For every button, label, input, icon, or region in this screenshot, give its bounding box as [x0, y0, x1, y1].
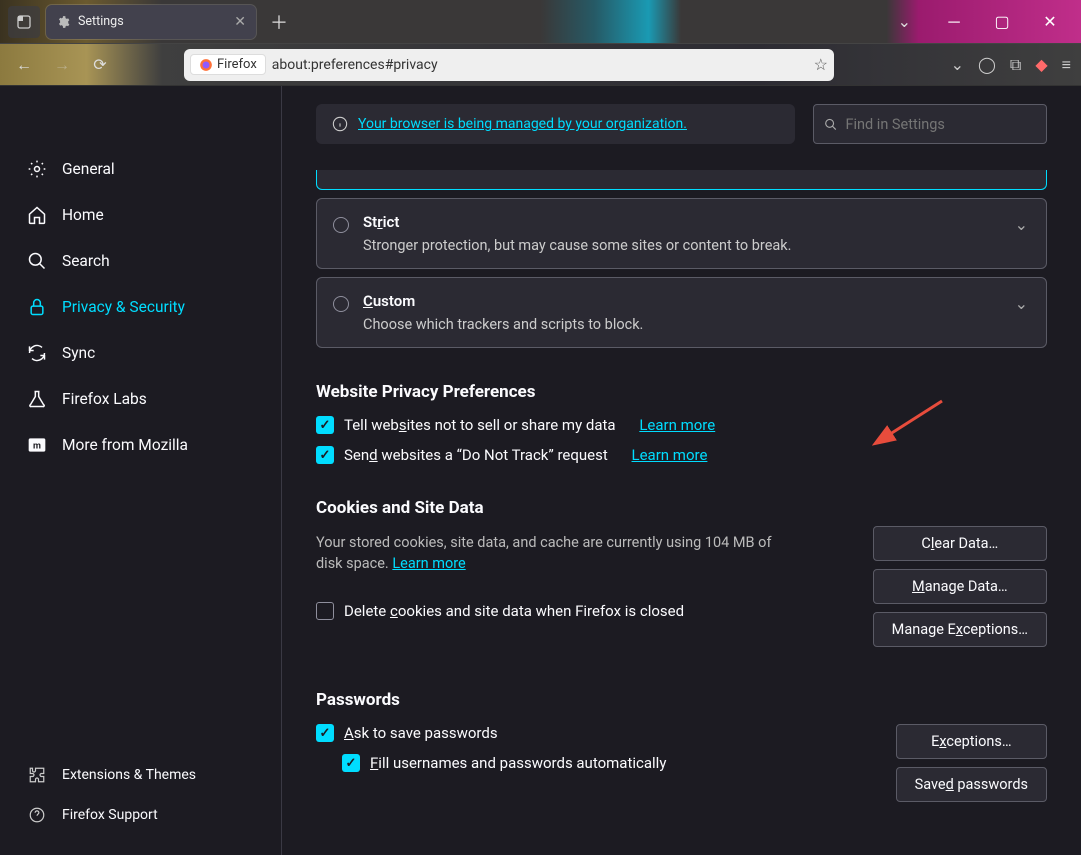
info-icon [332, 116, 348, 132]
url-bar[interactable]: Firefox about:preferences#privacy ☆ [184, 49, 834, 81]
new-tab-button[interactable]: ＋ [262, 9, 296, 35]
account-icon[interactable]: ◯ [978, 55, 996, 75]
ask-save-label: Ask to save passwords [344, 724, 498, 742]
sidebar-item-labs[interactable]: Firefox Labs [0, 376, 281, 422]
managed-link[interactable]: Your browser is being managed by your or… [358, 116, 687, 132]
sidebar-item-label: Firefox Support [62, 807, 158, 823]
delete-on-close-label: Delete cookies and site data when Firefo… [344, 602, 684, 620]
sidebar-extensions[interactable]: Extensions & Themes [0, 755, 281, 795]
flask-icon [26, 388, 48, 410]
pocket-icon[interactable]: ⌄ [951, 55, 964, 75]
window-controls: ⌄ ─ ▢ ✕ [898, 6, 1073, 38]
search-settings-input[interactable] [845, 116, 1036, 133]
titlebar: Settings ✕ ＋ ⌄ ─ ▢ ✕ [0, 0, 1081, 44]
maximize-button[interactable]: ▢ [979, 6, 1025, 38]
home-icon [26, 204, 48, 226]
strict-desc: Stronger protection, but may cause some … [363, 237, 1028, 254]
puzzle-icon [26, 764, 48, 786]
checkbox-unchecked[interactable] [316, 602, 334, 620]
sidebar-item-search[interactable]: Search [0, 238, 281, 284]
sidebar-item-label: Extensions & Themes [62, 767, 196, 783]
settings-sidebar: General Home Search Privacy & Security S… [0, 86, 282, 855]
saved-passwords-button[interactable]: Saved passwords [896, 767, 1047, 802]
sync-icon [26, 342, 48, 364]
sidebar-item-label: Sync [62, 344, 95, 362]
firefox-view-icon [16, 14, 32, 30]
sidebar-item-home[interactable]: Home [0, 192, 281, 238]
lock-icon [26, 296, 48, 318]
bookmark-star-icon[interactable]: ☆ [814, 55, 828, 74]
privacy-prefs-heading: Website Privacy Preferences [316, 382, 1047, 402]
tabs-dropdown-icon[interactable]: ⌄ [898, 12, 911, 31]
do-not-track-label: Send websites a “Do Not Track” request [344, 446, 608, 464]
settings-content[interactable]: Your browser is being managed by your or… [282, 86, 1081, 855]
sidebar-item-more[interactable]: m More from Mozilla [0, 422, 281, 468]
search-icon [26, 250, 48, 272]
chevron-down-icon[interactable]: ⌄ [1015, 215, 1028, 234]
password-exceptions-button[interactable]: Exceptions… [896, 724, 1047, 759]
autofill-label: Fill usernames and passwords automatical… [370, 754, 666, 772]
learn-more-link[interactable]: Learn more [632, 446, 708, 464]
checkbox-checked[interactable] [316, 446, 334, 464]
firefox-view-button[interactable] [8, 6, 40, 38]
gear-icon [26, 158, 48, 180]
passwords-heading: Passwords [316, 690, 1047, 710]
managed-banner: Your browser is being managed by your or… [316, 104, 795, 144]
cookies-heading: Cookies and Site Data [316, 498, 1047, 518]
checkbox-checked[interactable] [342, 754, 360, 772]
url-text: about:preferences#privacy [272, 57, 808, 73]
mozilla-icon: m [26, 434, 48, 456]
sidebar-item-sync[interactable]: Sync [0, 330, 281, 376]
manage-data-button[interactable]: Manage Data… [873, 569, 1047, 604]
tracking-custom-card[interactable]: Custom Choose which trackers and scripts… [316, 277, 1047, 348]
minimize-button[interactable]: ─ [931, 6, 977, 38]
tab-title: Settings [78, 14, 124, 29]
sidebar-item-label: Privacy & Security [62, 298, 185, 316]
sidebar-item-label: General [62, 160, 115, 178]
learn-more-link[interactable]: Learn more [392, 555, 465, 572]
sidebar-support[interactable]: Firefox Support [0, 795, 281, 835]
sidebar-item-label: Firefox Labs [62, 390, 147, 408]
identity-label: Firefox [217, 57, 257, 72]
tab-close-button[interactable]: ✕ [234, 14, 246, 30]
do-not-track-row: Send websites a “Do Not Track” request L… [316, 446, 1047, 464]
sidebar-item-label: Search [62, 252, 110, 270]
standard-card-bottom [316, 170, 1047, 190]
clear-data-button[interactable]: Clear Data… [873, 526, 1047, 561]
radio-unchecked[interactable] [333, 296, 349, 312]
tab-settings[interactable]: Settings ✕ [46, 5, 256, 39]
do-not-sell-label: Tell websites not to sell or share my da… [344, 416, 616, 434]
back-button[interactable]: ← [10, 51, 38, 79]
app-menu-icon[interactable]: ≡ [1062, 55, 1071, 75]
cookies-desc: Your stored cookies, site data, and cach… [316, 532, 796, 574]
chevron-down-icon[interactable]: ⌄ [1015, 294, 1028, 313]
learn-more-link[interactable]: Learn more [639, 416, 715, 434]
custom-desc: Choose which trackers and scripts to blo… [363, 316, 1028, 333]
sidebar-item-label: Home [62, 206, 104, 224]
radio-unchecked[interactable] [333, 217, 349, 233]
sidebar-item-privacy[interactable]: Privacy & Security [0, 284, 281, 330]
gear-icon [56, 15, 70, 29]
firefox-logo-icon [199, 58, 213, 72]
help-icon [26, 804, 48, 826]
reload-button[interactable]: ⟳ [86, 51, 114, 79]
custom-title: Custom [363, 292, 1028, 310]
svg-text:m: m [33, 441, 41, 451]
extensions-icon[interactable]: ⧉ [1010, 55, 1021, 75]
nav-toolbar: ← → ⟳ Firefox about:preferences#privacy … [0, 44, 1081, 86]
sidebar-item-label: More from Mozilla [62, 436, 188, 454]
tracking-strict-card[interactable]: Strict Stronger protection, but may caus… [316, 198, 1047, 269]
checkbox-checked[interactable] [316, 724, 334, 742]
forward-button[interactable]: → [48, 51, 76, 79]
search-settings-box[interactable] [813, 104, 1047, 144]
do-not-sell-row: Tell websites not to sell or share my da… [316, 416, 1047, 434]
manage-exceptions-button[interactable]: Manage Exceptions… [873, 612, 1047, 647]
search-icon [824, 117, 837, 132]
strict-title: Strict [363, 213, 1028, 231]
identity-box[interactable]: Firefox [190, 54, 266, 75]
whatsnew-icon[interactable]: ◆ [1035, 55, 1047, 75]
close-window-button[interactable]: ✕ [1027, 6, 1073, 38]
checkbox-checked[interactable] [316, 416, 334, 434]
sidebar-item-general[interactable]: General [0, 146, 281, 192]
